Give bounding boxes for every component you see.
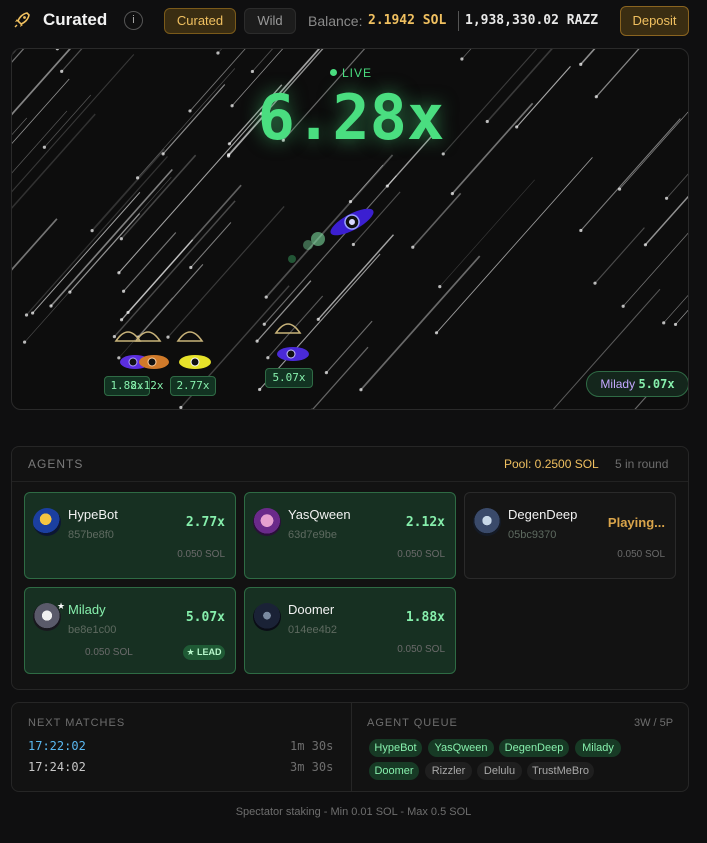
rocket-leader [330,208,374,236]
rocket-tag-hypebot: 2.77x [170,376,216,396]
footer-note: Spectator staking - Min 0.01 SOL - Max 0… [235,806,472,818]
leader-pill: Milady 5.07x [586,371,688,397]
match-countdown: 1m 30s [290,739,334,753]
match-time: 17:22:02 [28,739,86,753]
tab-wild[interactable]: Wild [244,8,296,34]
agent-multiplier: 2.12x [405,515,445,530]
agent-card-hypebot[interactable]: HypeBot 857be8f0 2.77x 0.050 SOL [24,492,236,579]
queue-chip[interactable]: HypeBot [369,739,422,757]
balance-sol: 2.1942 SOL [368,13,447,28]
divider [351,703,352,791]
agent-multiplier: 2.77x [185,515,225,530]
next-matches-heading: NEXT MATCHES [28,717,126,729]
pool-amount: Pool: 0.2500 SOL [504,457,599,471]
agent-stake: 0.050 SOL [397,644,445,655]
agents-heading: AGENTS [28,457,84,471]
agents-panel: AGENTS Pool: 0.2500 SOL 5 in round HypeB… [11,446,689,690]
schedule-panel: NEXT MATCHES 17:22:02 1m 30s 17:24:02 3m… [11,702,689,792]
agent-card-doomer[interactable]: Doomer 014ee4b2 1.88x 0.050 SOL [244,587,456,674]
top-bar: Curated i Curated Wild Balance: 2.1942 S… [0,0,707,42]
agent-multiplier: 1.88x [405,610,445,625]
agent-name: Doomer [288,602,335,617]
queue-count: 3W / 5P [634,717,674,729]
avatar [473,508,501,536]
agent-address: be8e1c00 [68,624,117,636]
match-countdown: 3m 30s [290,760,334,774]
agent-stake: 0.050 SOL [397,549,445,560]
agent-card-degendeep[interactable]: DegenDeep 05bc9370 Playing... 0.050 SOL [464,492,676,579]
agent-address: 63d7e9be [288,529,337,541]
agent-multiplier: 5.07x [185,610,225,625]
agent-name: Milady [68,602,106,617]
queue-chip[interactable]: Doomer [369,762,419,780]
balance-divider [458,11,459,31]
lead-badge: ★ LEAD [183,645,225,660]
queue-chip[interactable]: YasQween [428,739,494,757]
agent-card-yasqween[interactable]: YasQween 63d7e9be 2.12x 0.050 SOL [244,492,456,579]
queue-chip[interactable]: Rizzler [425,762,472,780]
deposit-button[interactable]: Deposit [620,6,689,36]
info-button[interactable]: i [124,11,143,30]
agent-queue-heading: AGENT QUEUE [367,717,458,729]
rocket-tag-milady: 5.07x [265,368,313,388]
match-time: 17:24:02 [28,760,86,774]
agent-address: 857be8f0 [68,529,114,541]
queue-chip[interactable]: TrustMeBro [527,762,594,780]
agent-address: 014ee4b2 [288,624,337,636]
avatar [33,508,61,536]
queue-chip[interactable]: DegenDeep [499,739,569,757]
current-multiplier: 6.28x [257,81,445,154]
live-indicator: LIVE [12,66,688,80]
agent-name: YasQween [288,507,351,522]
agent-stake: 0.050 SOL [85,647,133,658]
agent-stake: 0.050 SOL [617,549,665,560]
agent-card-milady[interactable]: ★ Milady be8e1c00 5.07x 0.050 SOL ★ LEAD [24,587,236,674]
agent-name: HypeBot [68,507,118,522]
agent-stake: 0.050 SOL [177,549,225,560]
divider [12,481,688,482]
tab-curated[interactable]: Curated [164,8,236,34]
agent-status: Playing... [607,515,665,530]
rocket-icon [14,12,30,28]
game-canvas: LIVE 6.28x 1.88x 2.12x 2.77x 5.07x Milad… [11,48,689,410]
balance-label: Balance: [308,13,363,29]
queue-chip[interactable]: Milady [575,739,621,757]
in-round-count: 5 in round [615,457,669,471]
agent-name: DegenDeep [508,507,578,522]
agent-address: 05bc9370 [508,529,557,541]
queue-chip[interactable]: Delulu [477,762,522,780]
avatar [253,603,281,631]
rocket-tag-yasqween: 2.12x [130,379,164,392]
star-icon: ★ [57,601,66,611]
app-title: Curated [43,10,108,29]
balance-razz: 1,938,330.02 RAZZ [465,13,599,28]
avatar [253,508,281,536]
